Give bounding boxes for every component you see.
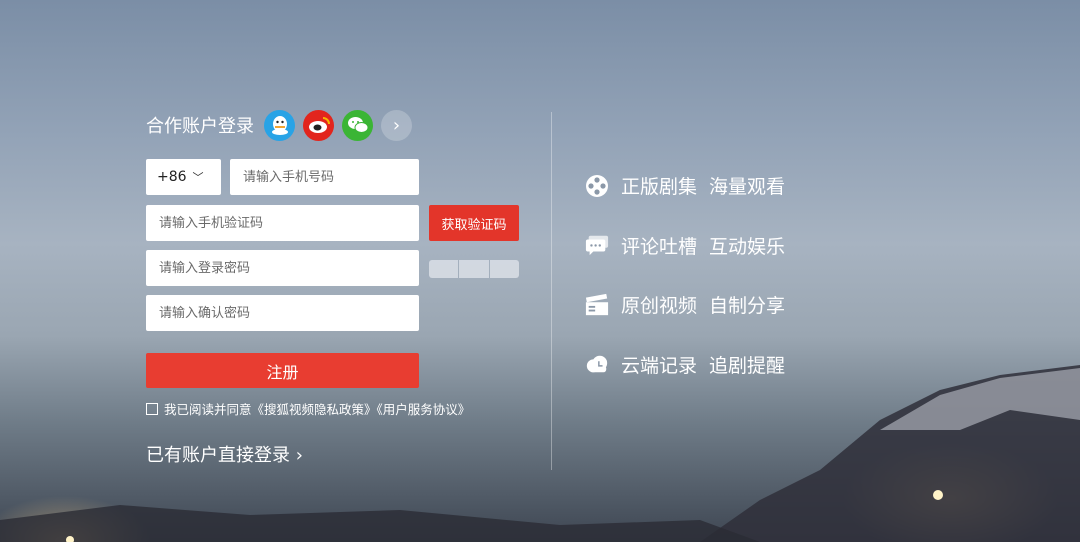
- password-input[interactable]: [157, 249, 419, 287]
- feature-title: 云端记录: [621, 354, 698, 377]
- feature-item: 评论吐槽 互动娱乐: [585, 216, 785, 276]
- strength-segment: [489, 260, 519, 278]
- feature-title: 正版剧集: [621, 176, 698, 199]
- divider: [551, 112, 552, 470]
- chevron-right-icon[interactable]: ›: [381, 109, 412, 141]
- feature-item: 正版剧集 海量观看: [585, 156, 785, 216]
- password-field[interactable]: [146, 249, 419, 287]
- feature-subtitle: 自制分享: [709, 295, 786, 318]
- sms-code-input[interactable]: [157, 204, 419, 242]
- feature-item: 原创视频 自制分享: [585, 275, 785, 335]
- get-code-button[interactable]: 获取验证码: [429, 205, 519, 241]
- agreement-text[interactable]: 我已阅读并同意《搜狐视频隐私政策》《用户服务协议》: [164, 399, 470, 418]
- country-code-select[interactable]: +86 ﹀: [146, 159, 221, 195]
- login-link[interactable]: 已有账户直接登录 ›: [146, 441, 303, 467]
- confirm-password-input[interactable]: [157, 294, 419, 332]
- feature-subtitle: 海量观看: [709, 176, 786, 199]
- sms-code-field[interactable]: [146, 204, 419, 242]
- cloud-clock-icon: [585, 352, 609, 376]
- country-code-value: +86: [157, 169, 187, 185]
- partner-login-title: 合作账户登录: [146, 116, 254, 137]
- strength-segment: [429, 260, 459, 278]
- password-strength-meter: [429, 260, 519, 278]
- phone-input[interactable]: [241, 158, 419, 196]
- weibo-icon[interactable]: [303, 109, 334, 141]
- feature-title: 原创视频: [621, 295, 698, 318]
- film-reel-icon: [585, 174, 609, 198]
- agreement-row: 我已阅读并同意《搜狐视频隐私政策》《用户服务协议》: [146, 399, 470, 418]
- chevron-down-icon: ﹀: [192, 171, 204, 184]
- clapperboard-icon: [585, 293, 609, 317]
- phone-field[interactable]: [230, 158, 419, 196]
- strength-segment: [459, 260, 489, 278]
- confirm-password-field[interactable]: [146, 294, 419, 332]
- feature-subtitle: 互动娱乐: [709, 235, 786, 258]
- register-button[interactable]: 注册: [146, 353, 419, 388]
- qq-icon[interactable]: [264, 109, 295, 141]
- feature-item: 云端记录 追剧提醒: [585, 335, 785, 395]
- partner-login: 合作账户登录 ›: [146, 108, 526, 142]
- feature-subtitle: 追剧提醒: [709, 354, 786, 377]
- wechat-icon[interactable]: [342, 109, 373, 141]
- feature-list: 正版剧集 海量观看 评论吐槽 互动娱乐 原创视频 自制分享 云端记录 追剧提醒: [585, 156, 785, 394]
- feature-title: 评论吐槽: [621, 235, 698, 258]
- agree-checkbox[interactable]: [146, 402, 158, 415]
- register-panel: 合作账户登录 › +86 ﹀ 获取验证码 注册 我已阅读并同意《搜狐视频隐私政策…: [146, 108, 526, 466]
- comment-icon: [585, 233, 609, 257]
